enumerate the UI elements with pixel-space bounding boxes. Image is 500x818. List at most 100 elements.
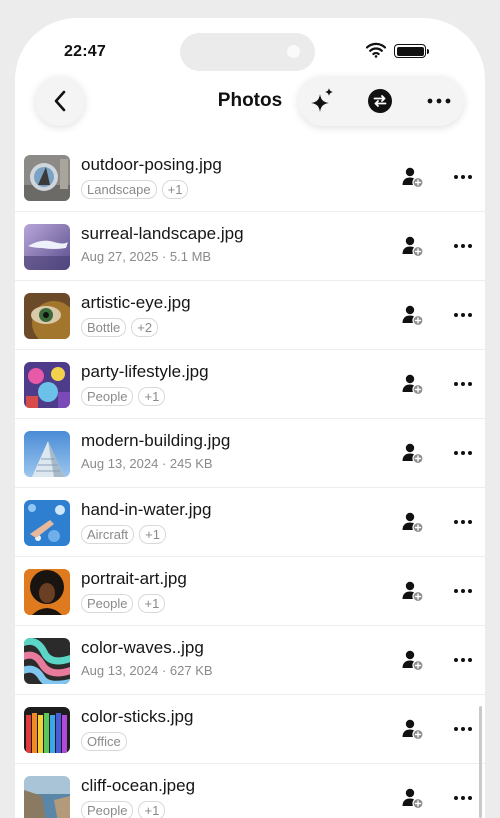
more-icon — [454, 658, 472, 662]
file-meta: Aug 13, 2024 · 245 KB — [81, 456, 213, 471]
tag-chip[interactable]: People — [81, 387, 134, 406]
share-button[interactable] — [401, 234, 425, 258]
share-person-icon — [402, 167, 424, 189]
page-title: Photos — [217, 90, 283, 111]
file-row[interactable]: color-waves..jpg Aug 13, 2024 · 627 KB — [15, 626, 485, 695]
wifi-icon — [366, 42, 386, 58]
file-meta: Office — [81, 732, 127, 751]
file-info: Aug 27, 2025 · 5.1 MB — [81, 249, 212, 264]
share-person-icon — [402, 443, 424, 465]
more-icon — [454, 520, 472, 524]
more-options-button[interactable] — [414, 76, 464, 126]
share-person-icon — [402, 374, 424, 396]
file-row[interactable]: party-lifestyle.jpg People +1 — [15, 350, 485, 419]
share-button[interactable] — [401, 510, 425, 534]
row-more-button[interactable] — [451, 510, 475, 534]
photo-thumbnail[interactable] — [24, 293, 70, 339]
file-row[interactable]: portrait-art.jpg People +1 — [15, 557, 485, 626]
more-icon — [454, 796, 472, 800]
photo-thumbnail[interactable] — [24, 500, 70, 546]
tag-chip[interactable]: People — [81, 801, 134, 818]
more-icon — [454, 313, 472, 317]
file-meta: Aug 13, 2024 · 627 KB — [81, 663, 213, 678]
navigation-bar: Photos — [15, 74, 485, 140]
row-more-button[interactable] — [451, 786, 475, 810]
row-more-button[interactable] — [451, 372, 475, 396]
file-row[interactable]: artistic-eye.jpg Bottle +2 — [15, 281, 485, 350]
ai-magic-button[interactable] — [298, 76, 348, 126]
status-time: 22:47 — [64, 43, 106, 60]
file-meta: Aug 27, 2025 · 5.1 MB — [81, 249, 211, 264]
file-row[interactable]: outdoor-posing.jpg Landscape +1 — [15, 143, 485, 212]
share-person-icon — [402, 719, 424, 741]
file-meta: People +1 — [81, 594, 166, 613]
share-button[interactable] — [401, 579, 425, 603]
file-meta: Bottle +2 — [81, 318, 159, 337]
row-more-button[interactable] — [451, 648, 475, 672]
share-button[interactable] — [401, 717, 425, 741]
file-name: outdoor-posing.jpg — [81, 155, 222, 174]
more-icon — [454, 244, 472, 248]
share-button[interactable] — [401, 441, 425, 465]
share-person-icon — [402, 512, 424, 534]
sync-button[interactable] — [355, 76, 405, 126]
tag-chip[interactable]: Aircraft — [81, 525, 135, 544]
photo-thumbnail[interactable] — [24, 362, 70, 408]
photo-thumbnail[interactable] — [24, 569, 70, 615]
share-person-icon — [402, 236, 424, 258]
tag-chip[interactable]: +1 — [138, 594, 166, 613]
photo-thumbnail[interactable] — [24, 431, 70, 477]
file-row[interactable]: color-sticks.jpg Office — [15, 695, 485, 764]
more-icon — [454, 727, 472, 731]
back-button[interactable] — [35, 76, 85, 126]
photo-thumbnail[interactable] — [24, 638, 70, 684]
share-person-icon — [402, 650, 424, 672]
row-more-button[interactable] — [451, 303, 475, 327]
battery-icon — [394, 44, 429, 58]
share-button[interactable] — [401, 165, 425, 189]
file-name: color-waves..jpg — [81, 638, 204, 657]
share-button[interactable] — [401, 786, 425, 810]
tag-chip[interactable]: +1 — [139, 525, 166, 544]
tag-chip[interactable]: Landscape — [81, 180, 157, 199]
file-name: artistic-eye.jpg — [81, 293, 191, 312]
file-name: cliff-ocean.jpeg — [81, 776, 196, 795]
share-person-icon — [402, 788, 424, 810]
tag-chip[interactable]: Bottle — [81, 318, 127, 337]
photo-thumbnail[interactable] — [24, 224, 70, 270]
share-button[interactable] — [401, 372, 425, 396]
row-more-button[interactable] — [451, 579, 475, 603]
photo-list: outdoor-posing.jpg Landscape +1 surreal-l… — [15, 145, 485, 818]
more-icon — [427, 98, 451, 104]
phone-frame: 22:47 Photos outdoor-posing.jpg Landscap… — [15, 18, 485, 818]
back-chevron-icon — [54, 90, 66, 112]
tag-chip[interactable]: People — [81, 594, 134, 613]
row-more-button[interactable] — [451, 717, 475, 741]
tag-chip[interactable]: +1 — [138, 801, 166, 818]
file-info: Aug 13, 2024 · 245 KB — [81, 456, 213, 471]
file-name: surreal-landscape.jpg — [81, 224, 244, 243]
row-more-button[interactable] — [451, 441, 475, 465]
tag-chip[interactable]: +2 — [131, 318, 159, 337]
photo-thumbnail[interactable] — [24, 776, 70, 818]
photo-thumbnail[interactable] — [24, 155, 70, 201]
row-more-button[interactable] — [451, 234, 475, 258]
header-actions — [298, 76, 464, 126]
file-name: party-lifestyle.jpg — [81, 362, 209, 381]
tag-chip[interactable]: +1 — [138, 387, 166, 406]
file-row[interactable]: modern-building.jpg Aug 13, 2024 · 245 K… — [15, 419, 485, 488]
tag-chip[interactable]: Office — [81, 732, 127, 751]
file-row[interactable]: surreal-landscape.jpg Aug 27, 2025 · 5.1… — [15, 212, 485, 281]
file-name: hand-in-water.jpg — [81, 500, 212, 519]
scrollbar[interactable] — [479, 706, 482, 818]
photo-thumbnail[interactable] — [24, 707, 70, 753]
share-person-icon — [402, 581, 424, 603]
more-icon — [454, 451, 472, 455]
file-row[interactable]: hand-in-water.jpg Aircraft +1 — [15, 488, 485, 557]
share-button[interactable] — [401, 648, 425, 672]
share-person-icon — [402, 305, 424, 327]
share-button[interactable] — [401, 303, 425, 327]
row-more-button[interactable] — [451, 165, 475, 189]
file-row[interactable]: cliff-ocean.jpeg People +1 — [15, 764, 485, 818]
tag-chip[interactable]: +1 — [161, 180, 189, 199]
